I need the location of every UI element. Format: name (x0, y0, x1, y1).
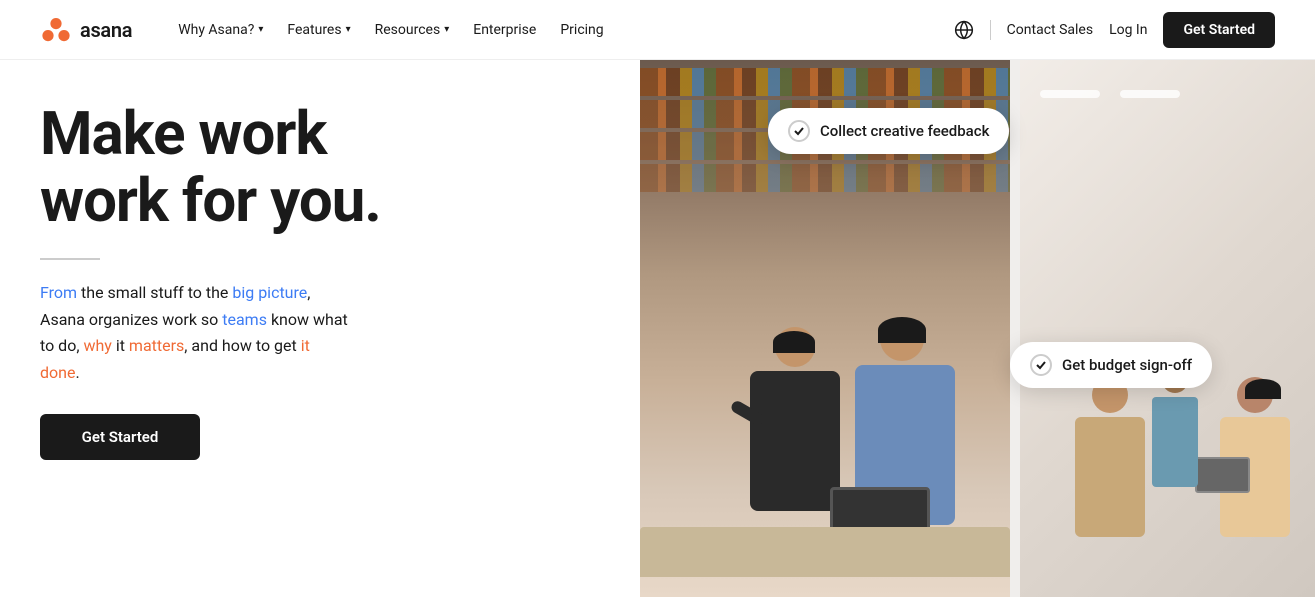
hero-description: From the small stuff to the big picture,… (40, 280, 460, 386)
hair-shape (773, 331, 815, 353)
card-budget-label: Get budget sign-off (1062, 356, 1192, 374)
hero-cta-button[interactable]: Get Started (40, 414, 200, 460)
check-icon-budget (1030, 354, 1052, 376)
nav-resources[interactable]: Resources ▾ (365, 16, 460, 44)
nav-why-asana[interactable]: Why Asana? ▾ (168, 16, 273, 44)
hero-left-panel: Make work work for you. From the small s… (0, 60, 640, 597)
person-hair-4 (1245, 379, 1281, 399)
nav-links: Why Asana? ▾ Features ▾ Resources ▾ Ente… (168, 16, 953, 44)
check-icon-collect (788, 120, 810, 142)
floating-card-collect: Collect creative feedback (768, 108, 1009, 154)
nav-enterprise[interactable]: Enterprise (463, 16, 546, 44)
hero-title: Make work work for you. (40, 100, 580, 234)
language-selector[interactable] (954, 20, 974, 40)
hero-image-panel: Collect creative feedback Get budget sig… (640, 60, 1315, 597)
bg-figure (1150, 367, 1200, 517)
person-laptop (1215, 377, 1295, 577)
person-walking (1070, 377, 1150, 577)
asana-logo-icon (40, 14, 72, 46)
brand-name: asana (80, 18, 132, 42)
chevron-down-icon: ▾ (258, 24, 263, 35)
chevron-down-icon: ▾ (346, 24, 351, 35)
logo[interactable]: asana (40, 14, 132, 46)
held-laptop (1195, 457, 1250, 493)
card-collect-label: Collect creative feedback (820, 122, 989, 140)
nav-pricing[interactable]: Pricing (550, 16, 613, 44)
get-started-button[interactable]: Get Started (1163, 12, 1275, 48)
desc-from: From (40, 283, 77, 302)
desk-surface (640, 527, 1010, 577)
nav-right: Contact Sales Log In Get Started (954, 12, 1275, 48)
ceiling-light (1040, 90, 1100, 98)
contact-sales-button[interactable]: Contact Sales (1007, 22, 1093, 38)
hero-photo-right (1020, 60, 1315, 597)
person-torso-3 (1075, 417, 1145, 537)
nav-divider (990, 20, 991, 40)
login-button[interactable]: Log In (1109, 22, 1147, 38)
divider (40, 258, 100, 260)
floating-card-budget: Get budget sign-off (1010, 342, 1212, 388)
chevron-down-icon: ▾ (444, 24, 449, 35)
ceiling-light-2 (1120, 90, 1180, 98)
person-torso (750, 371, 840, 511)
person-hair-2 (878, 317, 926, 343)
main-content: Make work work for you. From the small s… (0, 60, 1315, 597)
navbar: asana Why Asana? ▾ Features ▾ Resources … (0, 0, 1315, 60)
nav-features[interactable]: Features ▾ (277, 16, 360, 44)
